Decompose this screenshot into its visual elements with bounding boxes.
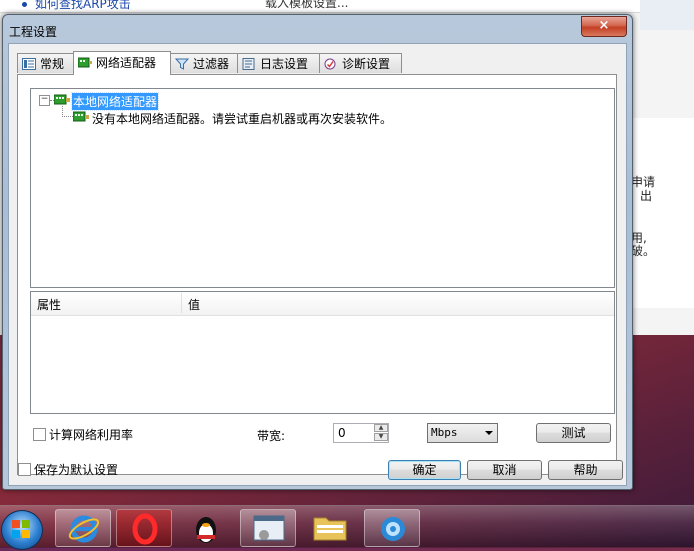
column-separator[interactable] xyxy=(181,293,182,313)
dialog-client-area: 常规 网络适配器 过滤器 日志设置 诊断设置 − 本地网络适配器 没有本地网络适… xyxy=(8,43,627,486)
start-orb-icon[interactable] xyxy=(1,510,43,550)
spin-down-icon[interactable]: ▼ xyxy=(374,433,388,441)
window-glyph xyxy=(253,515,285,541)
column-header-property[interactable]: 属性 xyxy=(37,296,61,313)
background-right-panel xyxy=(632,118,694,308)
network-adapter-icon xyxy=(78,57,92,68)
tree-child-node[interactable]: 没有本地网络适配器。请尝试重启机器或再次安装软件。 xyxy=(92,110,392,127)
tab-network-adapter[interactable]: 网络适配器 xyxy=(73,51,171,75)
network-app-icon[interactable] xyxy=(364,509,420,547)
close-icon: × xyxy=(598,18,610,33)
opera-glyph xyxy=(132,513,158,545)
tab-general-label: 常规 xyxy=(40,57,65,71)
unit-select[interactable]: Mbps xyxy=(427,423,498,443)
background-link[interactable]: 如何查找ARP攻击 xyxy=(22,0,131,12)
filter-funnel-icon xyxy=(175,58,189,70)
bandwidth-spinner[interactable]: ▲ ▼ xyxy=(374,424,388,442)
help-button[interactable]: 帮助 xyxy=(548,460,623,480)
folder-icon[interactable] xyxy=(302,509,358,547)
background-decor xyxy=(640,0,694,30)
tree-root-node[interactable]: 本地网络适配器 xyxy=(70,92,160,111)
tab-filter[interactable]: 过滤器 xyxy=(170,53,238,73)
tab-log-settings-label: 日志设置 xyxy=(260,57,309,71)
tab-diagnose-settings[interactable]: 诊断设置 xyxy=(319,53,402,73)
tree-connector xyxy=(62,106,73,117)
cancel-button[interactable]: 取消 xyxy=(467,460,542,480)
adapter-tree-view[interactable]: − 本地网络适配器 没有本地网络适配器。请尝试重启机器或再次安装软件。 xyxy=(30,88,615,288)
save-default-checkbox[interactable] xyxy=(18,463,31,476)
background-text-4: 破。 xyxy=(631,244,656,258)
collapse-toggle[interactable]: − xyxy=(39,95,50,106)
internet-explorer-icon[interactable] xyxy=(55,509,111,547)
tab-panel: − 本地网络适配器 没有本地网络适配器。请尝试重启机器或再次安装软件。 属性 值… xyxy=(17,74,617,475)
save-default-label: 保存为默认设置 xyxy=(34,463,119,477)
close-button[interactable]: × xyxy=(581,16,627,37)
project-settings-dialog: 工程设置 × 常规 网络适配器 过滤器 日志设置 诊断设置 − 本地网络适配器 xyxy=(2,14,633,490)
test-button[interactable]: 测试 xyxy=(536,423,611,443)
opera-icon[interactable] xyxy=(116,509,172,547)
background-text-2: 出 xyxy=(640,189,653,203)
calc-utilization-checkbox[interactable] xyxy=(33,428,46,441)
property-list-header: 属性 值 xyxy=(31,292,614,316)
ok-button[interactable]: 确定 xyxy=(388,460,461,480)
network-adapter-icon xyxy=(54,94,70,105)
tab-diagnose-settings-label: 诊断设置 xyxy=(342,57,391,71)
tab-log-settings[interactable]: 日志设置 xyxy=(237,53,320,73)
tab-filter-label: 过滤器 xyxy=(193,57,230,71)
taskbar xyxy=(0,505,694,550)
folder-glyph xyxy=(313,517,347,541)
bullet-icon xyxy=(22,2,27,7)
qq-glyph xyxy=(196,517,216,543)
bandwidth-label: 带宽: xyxy=(257,429,286,443)
background-top-strip: 如何查找ARP攻击 载入模板设置... xyxy=(0,0,694,13)
windows-logo-icon xyxy=(12,520,30,538)
log-icon xyxy=(242,58,255,70)
ie-glyph xyxy=(68,515,100,543)
chevron-down-icon xyxy=(485,431,493,435)
network-adapter-icon xyxy=(73,111,89,122)
spin-up-icon[interactable]: ▲ xyxy=(374,424,388,432)
background-tab-text: 载入模板设置... xyxy=(265,0,349,10)
list-icon xyxy=(22,58,36,70)
app-glyph xyxy=(381,517,405,541)
control-panel-icon[interactable] xyxy=(240,509,296,547)
tab-general[interactable]: 常规 xyxy=(17,53,74,73)
unit-select-value: Mbps xyxy=(431,426,458,439)
diagnose-icon xyxy=(324,58,336,70)
column-header-value[interactable]: 值 xyxy=(188,296,200,313)
tab-network-adapter-label: 网络适配器 xyxy=(96,56,157,70)
property-list[interactable]: 属性 值 xyxy=(30,291,615,414)
qq-penguin-icon[interactable] xyxy=(178,509,234,547)
background-link-text: 如何查找ARP攻击 xyxy=(35,0,131,11)
calc-utilization-label: 计算网络利用率 xyxy=(49,428,134,442)
dialog-title: 工程设置 xyxy=(9,25,58,39)
